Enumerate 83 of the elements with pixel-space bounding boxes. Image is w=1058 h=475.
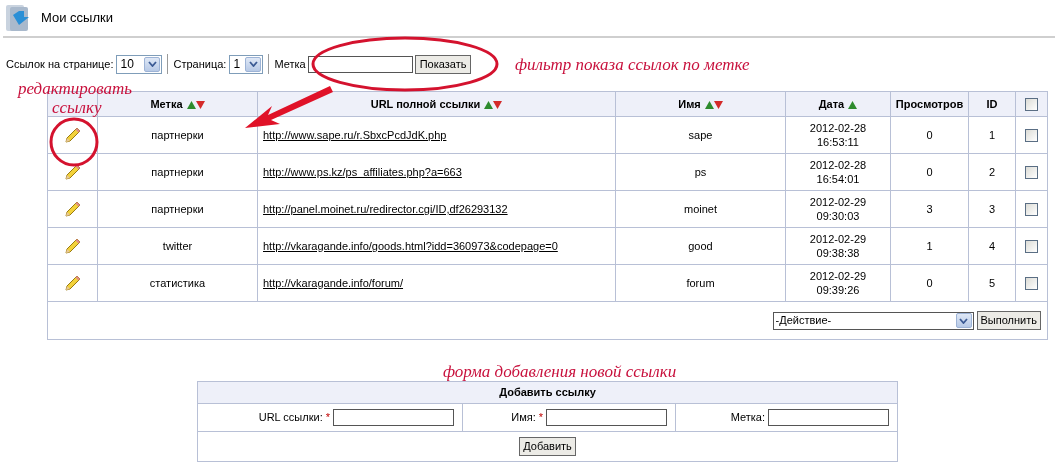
input-field[interactable] [333, 409, 454, 426]
add-button[interactable]: Добавить [519, 437, 576, 456]
table-cell: moinet [684, 202, 717, 215]
checkbox[interactable] [1025, 203, 1038, 217]
field-label: Метка: [730, 410, 766, 426]
column-header[interactable]: Имя [678, 97, 701, 110]
table-cell: 3 [988, 202, 996, 215]
table-cell: forum [686, 276, 715, 289]
tag-filter-field[interactable] [307, 55, 413, 73]
checkbox[interactable] [1025, 166, 1038, 180]
input-field[interactable] [546, 409, 667, 426]
page-select[interactable]: 1 [229, 54, 264, 74]
table-cell: 2 [988, 165, 996, 178]
sort-down-icon[interactable] [713, 100, 723, 109]
url-link[interactable]: http://vkaragande.info/forum/ [263, 276, 404, 289]
table-cell-text: 2012-02-29 [808, 232, 868, 246]
table-cell: статистика [149, 276, 206, 289]
page-label: Страница: [173, 56, 227, 72]
checkbox[interactable] [1025, 98, 1038, 112]
column-header[interactable]: URL полной ссылки [370, 97, 481, 110]
table-cell: партнерки [151, 128, 204, 141]
table-cell: 1 [988, 128, 996, 141]
url-link[interactable]: http://www.ps.kz/ps_affiliates.php?a=663 [263, 165, 462, 178]
sort-up-icon[interactable] [848, 100, 858, 109]
checkbox[interactable] [1025, 277, 1038, 291]
pencil-icon[interactable] [63, 200, 82, 219]
table-cell-text: 09:30:03 [815, 209, 861, 223]
table-cell: 3 [926, 202, 933, 215]
pencil-icon[interactable] [63, 163, 82, 182]
required-mark: * [325, 410, 330, 426]
action-select[interactable]: -Действие- [772, 311, 974, 330]
annotation-text: редактировать [18, 78, 132, 100]
run-button[interactable]: Выполнить [976, 311, 1041, 330]
form-title: Добавить ссылку [499, 386, 596, 399]
pencil-icon[interactable] [63, 126, 82, 145]
checkbox[interactable] [1025, 129, 1038, 143]
table-cell-text: 2012-02-28 [808, 121, 868, 135]
field-label: URL ссылки: [258, 410, 323, 426]
table-cell: партнерки [151, 202, 204, 215]
sort-up-icon[interactable] [186, 100, 196, 109]
highlight-circle [49, 117, 99, 167]
table-cell: 0 [926, 165, 933, 178]
folder-icon [5, 3, 31, 33]
table-cell-text: 16:54:01 [815, 172, 861, 186]
column-header[interactable]: Метка [150, 97, 183, 110]
table-cell: 5 [988, 276, 996, 289]
table-cell-text: 2012-02-28 [808, 158, 868, 172]
table-cell-text: 16:53:11 [816, 135, 860, 149]
column-header: Просмотров [895, 97, 964, 110]
annotation-text: ссылку [52, 98, 102, 119]
required-mark: * [538, 410, 543, 426]
sort-up-icon[interactable] [704, 100, 714, 109]
table-cell-text: 2012-02-29 [808, 195, 868, 209]
table-cell-text: 2012-02-29 [808, 269, 868, 283]
checkbox[interactable] [1025, 240, 1038, 254]
pencil-icon[interactable] [63, 274, 82, 293]
table-cell: good [688, 239, 713, 252]
sort-down-icon[interactable] [493, 100, 503, 109]
table-cell: ps [694, 165, 707, 178]
annotation-text: форма добавления новой ссылки [443, 361, 677, 383]
table-cell: 0 [926, 276, 933, 289]
show-button[interactable]: Показать [414, 54, 472, 74]
column-header: ID [986, 97, 998, 110]
per-page-label: Ссылок на странице: [6, 56, 114, 72]
table-cell-text: 09:38:38 [815, 246, 861, 260]
pencil-icon[interactable] [63, 237, 82, 256]
page-title: Мои ссылки [41, 9, 113, 28]
sort-down-icon[interactable] [195, 100, 205, 109]
annotation-text: фильтр показа ссылок по метке [515, 54, 750, 76]
table-cell: партнерки [151, 165, 204, 178]
table-cell: sape [688, 128, 713, 141]
table-cell: 0 [926, 128, 933, 141]
table-cell: 4 [988, 239, 996, 252]
input-field[interactable] [768, 409, 890, 426]
url-link[interactable]: http://www.sape.ru/r.SbxcPcdJdK.php [263, 128, 447, 141]
per-page-select[interactable]: 10 [116, 54, 163, 74]
tag-label: Метка [274, 56, 306, 72]
table-cell: 1 [926, 239, 933, 252]
table-cell: twitter [162, 239, 193, 252]
sort-up-icon[interactable] [484, 100, 494, 109]
table-cell-text: 09:39:26 [815, 283, 861, 297]
column-header[interactable]: Дата [818, 97, 845, 110]
field-label: Имя: [511, 410, 536, 426]
